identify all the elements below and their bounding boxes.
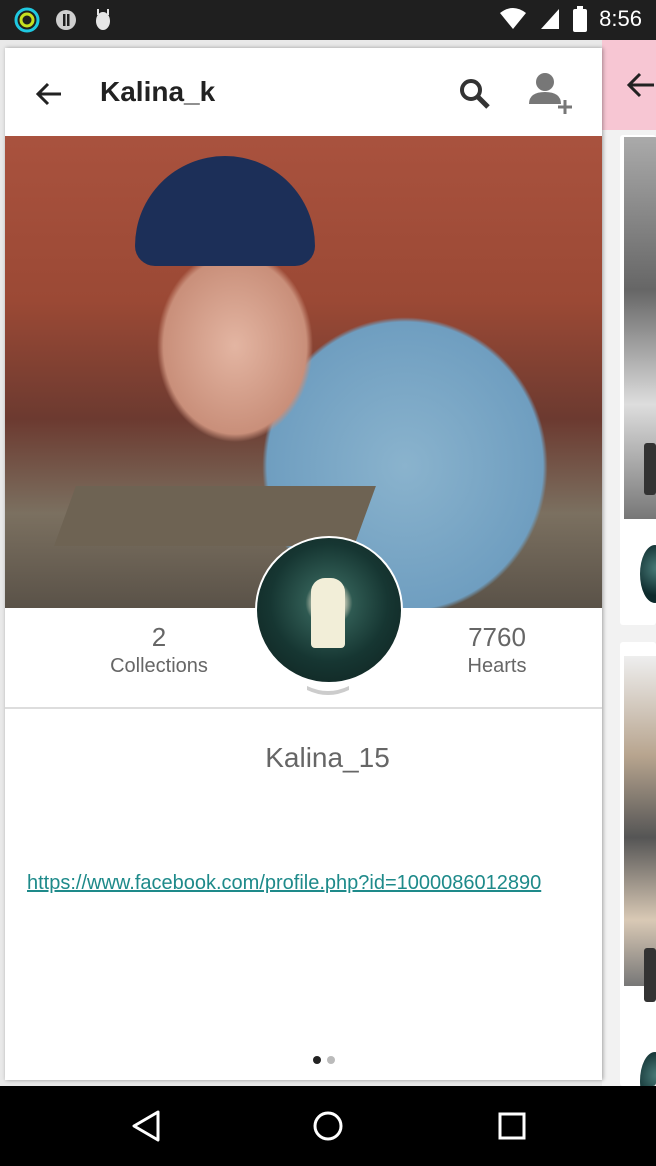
profile-panel: Kalina_k 2 Collections 7760 Hearts Kalin… <box>5 48 602 1080</box>
status-bar: 8:56 <box>0 0 656 40</box>
nav-bar <box>0 1086 656 1166</box>
back-arrow-icon[interactable] <box>624 68 656 102</box>
status-time: 8:56 <box>599 6 642 31</box>
wifi-icon <box>500 8 527 29</box>
page-title: Kalina_k <box>100 76 216 107</box>
side-panel[interactable] <box>602 40 656 1086</box>
cell-signal-icon <box>541 9 560 29</box>
status-right: 8:56 <box>499 6 642 32</box>
back-triangle-icon[interactable] <box>126 1106 166 1146</box>
info-icon <box>56 10 76 30</box>
side-card[interactable] <box>620 642 656 1086</box>
profile-username: Kalina_15 <box>265 742 390 773</box>
app-area: Kalina_k 2 Collections 7760 Hearts Kalin… <box>0 40 656 1086</box>
side-card-image <box>624 656 656 986</box>
avatar[interactable] <box>255 536 403 684</box>
toolbar: Kalina_k <box>5 48 602 136</box>
cover-photo <box>5 136 602 608</box>
collections-count: 2 <box>151 622 167 652</box>
collections-stat[interactable]: 2 Collections <box>79 622 239 678</box>
back-arrow-icon[interactable] <box>33 78 65 110</box>
cover-photo-cap <box>135 156 315 266</box>
home-circle-icon[interactable] <box>308 1106 348 1146</box>
page-dot[interactable] <box>327 1056 335 1064</box>
hearts-count: 7760 <box>468 622 526 652</box>
status-left <box>14 7 114 33</box>
collections-label: Collections <box>110 655 208 677</box>
profile-link[interactable]: https://www.facebook.com/profile.php?id=… <box>27 872 541 895</box>
hearts-stat[interactable]: 7760 Hearts <box>417 622 577 678</box>
page-indicator <box>313 1056 335 1064</box>
recents-square-icon[interactable] <box>492 1106 532 1146</box>
side-card-avatar <box>640 1052 656 1086</box>
android-debug-icon <box>96 9 110 30</box>
side-toolbar <box>602 40 656 130</box>
side-card-avatar <box>640 545 656 603</box>
chevron-down-icon[interactable] <box>305 682 351 698</box>
search-icon[interactable] <box>457 76 491 110</box>
side-card-button[interactable] <box>644 443 656 495</box>
add-user-icon[interactable] <box>527 70 573 116</box>
side-card-button[interactable] <box>644 948 656 1002</box>
divider <box>5 707 602 709</box>
page-dot-active[interactable] <box>313 1056 321 1064</box>
avatar-figure <box>311 578 345 648</box>
hearts-label: Hearts <box>467 655 527 677</box>
side-card[interactable] <box>620 135 656 625</box>
battery-icon <box>573 6 588 32</box>
ring-notification-icon <box>14 7 40 33</box>
